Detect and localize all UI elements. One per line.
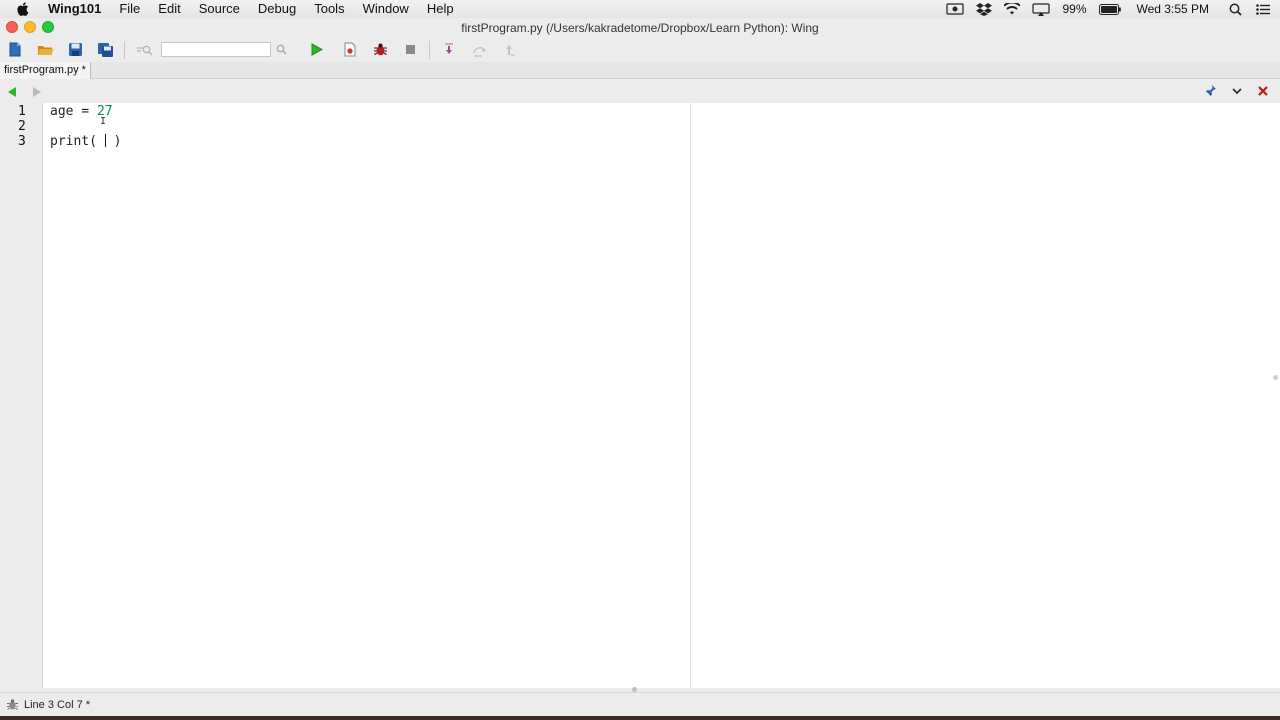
assign-operator: = [73, 104, 97, 119]
window-controls [6, 21, 54, 33]
cursor-position-status: Line 3 Col 7 * [24, 698, 91, 711]
menu-file[interactable]: File [110, 0, 149, 18]
toolbar [0, 37, 1280, 62]
forward-arrow-icon[interactable] [31, 85, 45, 97]
code-editor[interactable]: 1 2 3 age = 27 print( ) I [0, 103, 1280, 692]
window-title: firstProgram.py (/Users/kakradetome/Drop… [461, 20, 819, 35]
airplay-icon[interactable] [1026, 2, 1056, 16]
side-resize-handle[interactable] [1273, 375, 1278, 380]
save-all-icon[interactable] [90, 39, 120, 61]
debug-bug-icon[interactable] [365, 39, 395, 61]
step-out-icon[interactable] [494, 39, 524, 61]
line-number: 3 [18, 134, 26, 149]
window-minimize-button[interactable] [24, 21, 36, 33]
print-call: print( [50, 134, 105, 149]
screen-record-icon[interactable] [940, 3, 970, 15]
menu-bar: Wing101 File Edit Source Debug Tools Win… [0, 0, 1280, 18]
toolbar-search-input[interactable] [161, 42, 271, 57]
window-title-bar: firstProgram.py (/Users/kakradetome/Drop… [0, 18, 1280, 37]
close-editor-icon[interactable] [1254, 83, 1272, 99]
menu-source[interactable]: Source [190, 0, 249, 18]
toolbar-separator [124, 40, 125, 59]
menu-window[interactable]: Window [354, 0, 418, 18]
clock[interactable]: Wed 3:55 PM [1127, 0, 1223, 18]
step-into-icon[interactable] [434, 39, 464, 61]
identifier-age: age [50, 104, 74, 119]
debug-status-bug-icon[interactable] [0, 698, 24, 711]
battery-percent: 99% [1062, 2, 1087, 16]
line-number: 1 [18, 104, 26, 119]
pin-icon[interactable] [1202, 83, 1220, 99]
back-arrow-icon[interactable] [6, 85, 20, 97]
desktop-edge [0, 716, 1280, 720]
stop-icon[interactable] [395, 39, 425, 61]
status-bar: Line 3 Col 7 * [0, 692, 1280, 716]
save-icon[interactable] [60, 39, 90, 61]
notification-center-icon[interactable] [1248, 3, 1280, 15]
menu-help[interactable]: Help [418, 0, 463, 18]
code-line-3[interactable]: print( ) [50, 134, 121, 149]
chevron-down-icon[interactable] [1228, 83, 1246, 99]
editor-nav-bar [0, 79, 1280, 103]
menu-debug[interactable]: Debug [249, 0, 305, 18]
editor-tab-bar: firstProgram.py * [0, 62, 1280, 79]
apple-menu-icon[interactable] [0, 2, 46, 16]
window-zoom-button[interactable] [42, 21, 54, 33]
tab-first-program[interactable]: firstProgram.py * [0, 62, 91, 79]
new-file-icon[interactable] [0, 39, 30, 61]
search-scope-icon[interactable] [129, 39, 159, 61]
window-close-button[interactable] [6, 21, 18, 33]
dropbox-icon[interactable] [970, 2, 998, 16]
menu-tools[interactable]: Tools [305, 0, 353, 18]
close-paren: ) [105, 134, 122, 149]
step-over-icon[interactable] [464, 39, 494, 61]
menu-edit[interactable]: Edit [149, 0, 189, 18]
line-number-gutter: 1 2 3 [0, 103, 43, 688]
run-icon[interactable] [301, 39, 331, 61]
battery-icon[interactable] [1093, 3, 1127, 15]
spotlight-search-icon[interactable] [1223, 3, 1248, 16]
ibeam-pointer-icon: I [100, 116, 107, 127]
breakpoint-icon[interactable] [335, 39, 365, 61]
wifi-icon[interactable] [998, 3, 1026, 15]
line-number: 2 [18, 119, 26, 134]
search-icon[interactable] [271, 44, 291, 55]
toolbar-separator [429, 40, 430, 59]
right-margin-guide [690, 103, 691, 688]
open-folder-icon[interactable] [30, 39, 60, 61]
menu-app-name[interactable]: Wing101 [46, 0, 110, 18]
